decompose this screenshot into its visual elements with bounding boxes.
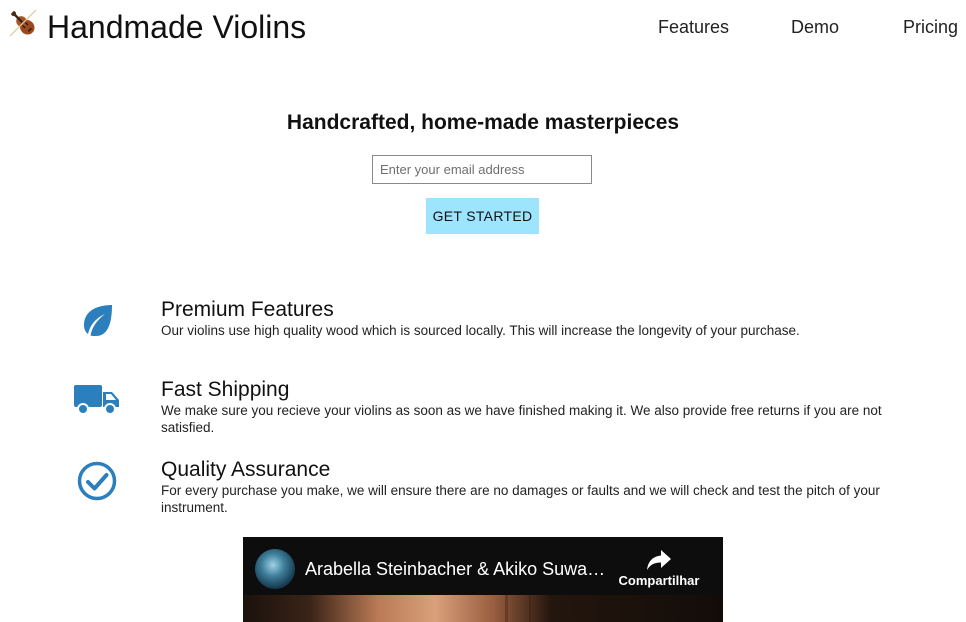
nav-link-pricing[interactable]: Pricing [903,16,958,38]
feature-text: Our violins use high quality wood which … [161,323,800,338]
thumbnail-detail [505,595,508,622]
nav-link-demo[interactable]: Demo [791,16,839,38]
get-started-button[interactable]: GET STARTED [426,198,539,234]
email-field[interactable] [372,155,592,184]
channel-avatar[interactable] [255,549,295,589]
feature-text: We make sure you recieve your violins as… [161,403,882,435]
share-button[interactable]: Compartilhar [613,549,705,599]
site-header: Handmade Violins Features Demo Pricing [0,0,966,56]
check-circle-icon [77,461,117,501]
landing-page: Handmade Violins Features Demo Pricing H… [0,0,966,622]
share-label: Compartilhar [618,573,700,588]
video-title[interactable]: Arabella Steinbacher & Akiko Suwanai… [305,557,615,581]
feature-title: Quality Assurance [161,458,331,481]
brand-name: Handmade Violins [47,9,307,45]
hero-title: Handcrafted, home-made masterpieces [286,111,680,134]
violin-icon [6,6,40,40]
feature-title: Fast Shipping [161,378,290,401]
video-thumbnail[interactable] [243,595,723,622]
feature-title: Premium Features [161,298,334,321]
nav-link-features[interactable]: Features [658,16,729,38]
video-embed[interactable]: Arabella Steinbacher & Akiko Suwanai… Co… [243,537,723,622]
truck-icon [74,383,120,417]
thumbnail-detail [529,595,531,622]
leaf-icon [80,303,114,337]
share-arrow-icon [647,550,671,570]
feature-text: For every purchase you make, we will ens… [161,483,880,515]
